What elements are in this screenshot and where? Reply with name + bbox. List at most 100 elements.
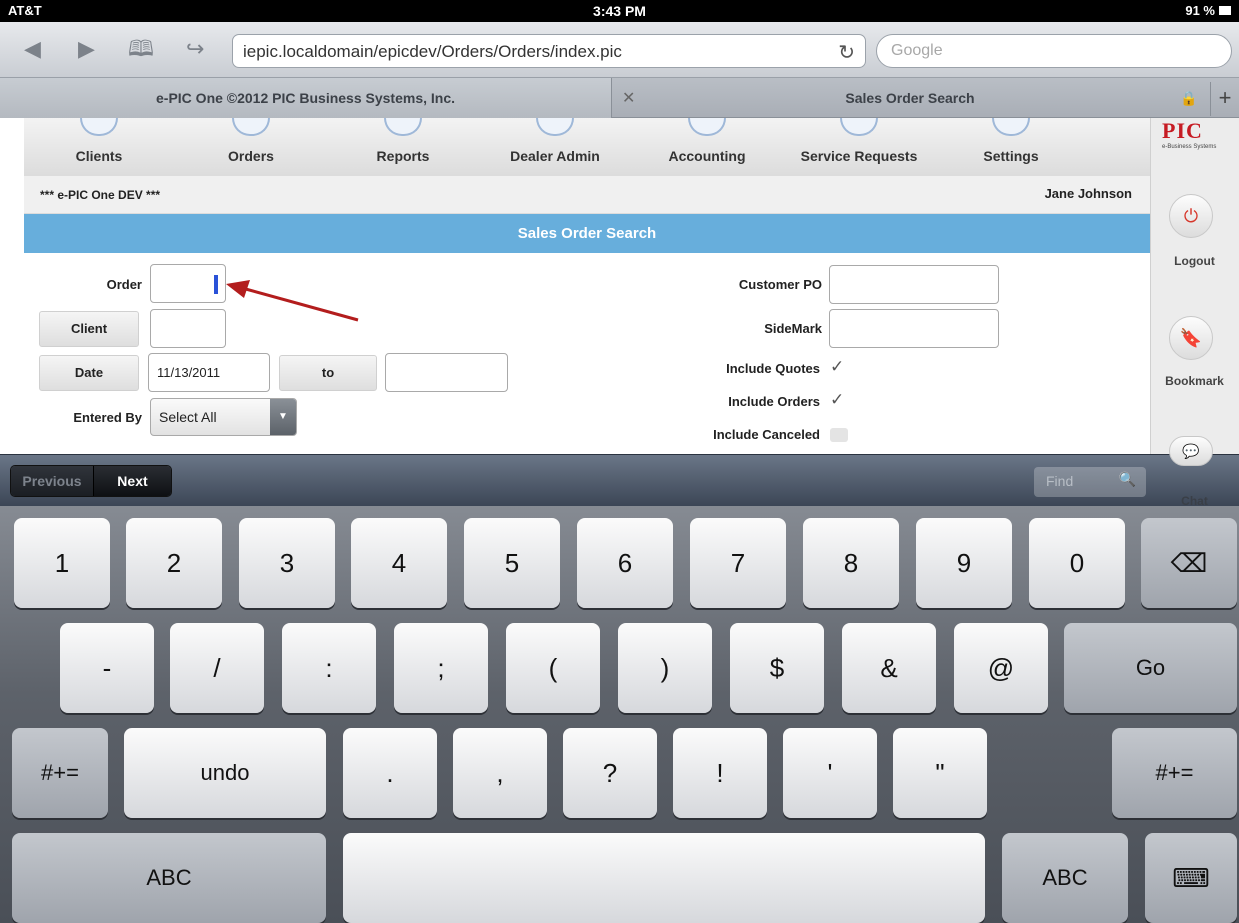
date-from-input[interactable]: 11/13/2011 — [148, 353, 270, 392]
key-apostrophe[interactable]: ' — [783, 728, 877, 818]
key-hyphen[interactable]: - — [60, 623, 154, 713]
space-key[interactable] — [343, 833, 985, 923]
nav-label: Clients — [75, 148, 123, 164]
client-input[interactable] — [150, 309, 226, 348]
form-accessory-bar: Previous Next Find 🔍 — [0, 454, 1239, 506]
next-button[interactable]: Next — [93, 466, 171, 496]
key-period[interactable]: . — [343, 728, 437, 818]
key-comma[interactable]: , — [453, 728, 547, 818]
previous-button[interactable]: Previous — [11, 466, 94, 496]
forward-icon[interactable]: ▶ — [78, 36, 95, 62]
find-placeholder: Find — [1046, 473, 1074, 489]
key-colon[interactable]: : — [282, 623, 376, 713]
nav-reports[interactable]: Reports — [328, 118, 478, 176]
include-orders-checkmark-icon[interactable]: ✓ — [830, 390, 844, 410]
nav-label: Dealer Admin — [510, 148, 600, 164]
key-at[interactable]: @ — [954, 623, 1048, 713]
key-3[interactable]: 3 — [239, 518, 335, 608]
key-0[interactable]: 0 — [1029, 518, 1125, 608]
key-4[interactable]: 4 — [351, 518, 447, 608]
key-1[interactable]: 1 — [14, 518, 110, 608]
backspace-key[interactable]: ⌫ — [1141, 518, 1237, 608]
include-canceled-checkbox[interactable] — [830, 428, 848, 442]
search-field[interactable]: Google — [876, 34, 1232, 68]
bookmark-label[interactable]: Bookmark — [1150, 374, 1239, 388]
new-tab-icon[interactable]: + — [1210, 82, 1239, 116]
abc-key-left[interactable]: ABC — [12, 833, 326, 923]
key-5[interactable]: 5 — [464, 518, 560, 608]
logo-text: PIC — [1162, 118, 1203, 143]
nav-dealer-admin[interactable]: Dealer Admin — [480, 118, 630, 176]
keyboard-dismiss-icon: ⌨ — [1172, 863, 1210, 893]
key-dollar[interactable]: $ — [730, 623, 824, 713]
reload-icon[interactable]: ↻ — [838, 40, 855, 65]
order-label: Order — [106, 277, 142, 292]
bookmark-icon[interactable]: 🔖 — [1169, 316, 1213, 360]
user-name: Jane Johnson — [1044, 186, 1132, 201]
customer-po-label: Customer PO — [738, 277, 822, 292]
battery-indicator: 91 % — [1185, 3, 1231, 18]
key-6[interactable]: 6 — [577, 518, 673, 608]
nav-accounting[interactable]: Accounting — [632, 118, 782, 176]
tab-title: Sales Order Search — [845, 90, 975, 106]
nav-label: Orders — [228, 148, 274, 164]
include-canceled-label: Include Canceled — [713, 427, 820, 442]
key-ampersand[interactable]: & — [842, 623, 936, 713]
address-bar[interactable]: iepic.localdomain/epicdev/Orders/Orders/… — [232, 34, 866, 68]
abc-key-right[interactable]: ABC — [1002, 833, 1128, 923]
nav-service-requests[interactable]: Service Requests — [784, 118, 934, 176]
key-slash[interactable]: / — [170, 623, 264, 713]
nav-label: Settings — [983, 148, 1039, 164]
date-to-button[interactable]: to — [279, 355, 377, 391]
include-quotes-checkmark-icon[interactable]: ✓ — [830, 357, 844, 377]
undo-key[interactable]: undo — [124, 728, 326, 818]
key-2[interactable]: 2 — [126, 518, 222, 608]
logout-icon[interactable]: ⏻ — [1169, 194, 1213, 238]
bookmarks-icon[interactable]: 🕮 — [128, 36, 154, 62]
go-key[interactable]: Go — [1064, 623, 1237, 713]
share-icon[interactable]: ↪ — [186, 36, 204, 62]
key-9[interactable]: 9 — [916, 518, 1012, 608]
include-quotes-label: Include Quotes — [726, 361, 820, 376]
main-navigation: Clients Orders Reports Dealer Admin Acco… — [24, 118, 1150, 176]
key-question[interactable]: ? — [563, 728, 657, 818]
dealer-admin-icon — [536, 118, 574, 136]
clock: 3:43 PM — [593, 3, 646, 19]
nav-clients[interactable]: Clients — [24, 118, 174, 176]
entered-by-select[interactable]: Select All ▼ — [150, 398, 297, 436]
logo-subtext: e-Business Systems — [1162, 144, 1217, 150]
customer-po-input[interactable] — [829, 265, 999, 304]
sidemark-input[interactable] — [829, 309, 999, 348]
close-tab-icon[interactable]: ✕ — [622, 88, 635, 108]
find-field[interactable]: Find 🔍 — [1034, 467, 1146, 497]
logout-label[interactable]: Logout — [1150, 254, 1239, 268]
tab-sales-order-search[interactable]: Sales Order Search — [640, 78, 1180, 118]
pic-logo: PIC e-Business Systems — [1162, 118, 1224, 170]
tab-epic-one[interactable]: e-PIC One ©2012 PIC Business Systems, In… — [0, 78, 612, 118]
nav-orders[interactable]: Orders — [176, 118, 326, 176]
shift-symbols-key-left[interactable]: #+= — [12, 728, 108, 818]
environment-bar: *** e-PIC One DEV *** Jane Johnson — [24, 176, 1150, 214]
search-placeholder: Google — [891, 42, 943, 59]
chevron-down-icon: ▼ — [270, 399, 296, 435]
orders-icon — [232, 118, 270, 136]
annotation-arrow — [226, 280, 359, 322]
nav-label: Accounting — [668, 148, 746, 164]
tab-title: e-PIC One ©2012 PIC Business Systems, In… — [156, 90, 455, 106]
hide-keyboard-key[interactable]: ⌨ — [1145, 833, 1237, 923]
key-semicolon[interactable]: ; — [394, 623, 488, 713]
key-7[interactable]: 7 — [690, 518, 786, 608]
shift-symbols-key-right[interactable]: #+= — [1112, 728, 1237, 818]
key-8[interactable]: 8 — [803, 518, 899, 608]
client-button[interactable]: Client — [39, 311, 139, 347]
key-exclamation[interactable]: ! — [673, 728, 767, 818]
key-open-paren[interactable]: ( — [506, 623, 600, 713]
back-icon[interactable]: ◀ — [24, 36, 41, 62]
chat-icon[interactable]: 💬 — [1169, 436, 1213, 466]
key-quote[interactable]: " — [893, 728, 987, 818]
nav-settings[interactable]: Settings — [936, 118, 1086, 176]
date-button[interactable]: Date — [39, 355, 139, 391]
key-close-paren[interactable]: ) — [618, 623, 712, 713]
date-to-input[interactable] — [385, 353, 508, 392]
entered-by-value: Select All — [159, 409, 217, 425]
